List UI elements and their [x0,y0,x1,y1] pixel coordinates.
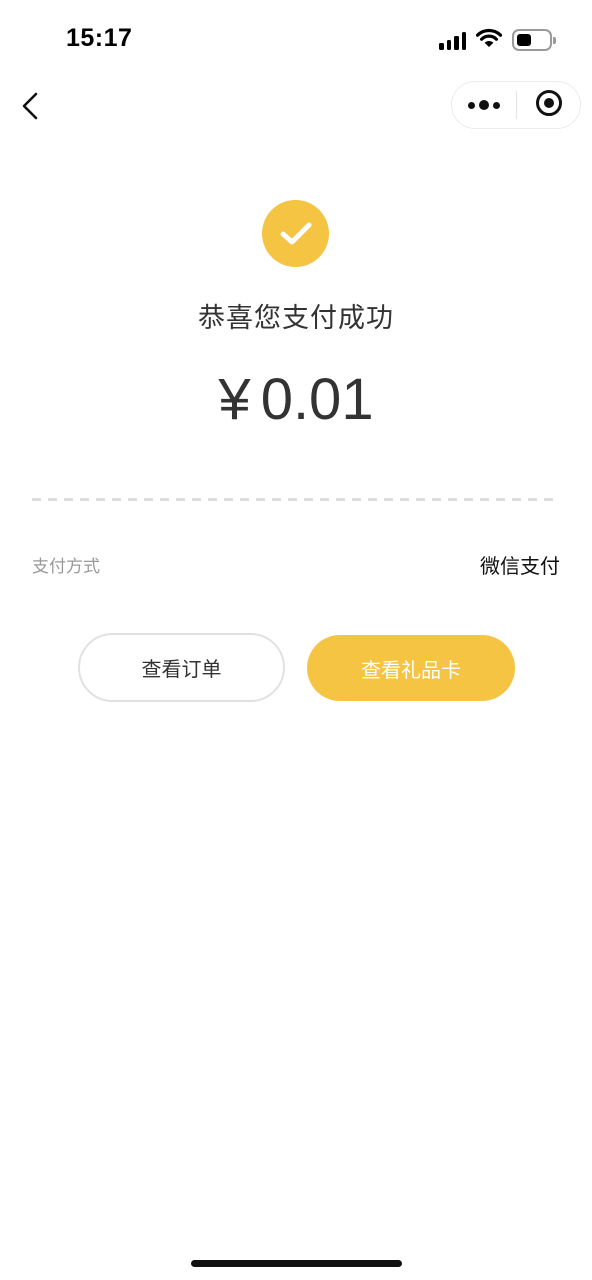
payment-method-label: 支付方式 [32,557,100,577]
mini-program-capsule [451,81,581,129]
payment-method-row: 支付方式 微信支付 [32,550,560,578]
close-mini-program-button[interactable] [517,82,580,128]
check-circle-icon [262,200,329,267]
home-indicator[interactable] [191,1260,402,1267]
battery-icon [512,29,556,51]
back-button[interactable] [14,86,50,126]
view-order-button[interactable]: 查看订单 [78,633,285,702]
view-gift-card-button[interactable]: 查看礼品卡 [307,635,515,701]
payment-amount: ¥0.01 [0,366,592,433]
payment-success-page: 15:17 恭喜您支付成功 ¥ 0.01 支付方式 微信支付 查看订单 查看礼品… [0,0,592,1280]
dashed-divider [32,498,560,501]
status-bar: 15:17 [0,0,592,80]
payment-method-value: 微信支付 [480,554,560,578]
chevron-left-icon [14,92,50,130]
status-time: 15:17 [66,24,133,52]
wifi-icon [475,28,503,52]
status-icons [439,28,556,52]
currency-symbol: ¥ [218,367,251,432]
success-title: 恭喜您支付成功 [198,303,394,334]
more-button[interactable] [452,82,516,128]
target-close-icon [535,89,563,121]
amount-value: 0.01 [260,367,374,432]
signal-icon [439,30,466,50]
